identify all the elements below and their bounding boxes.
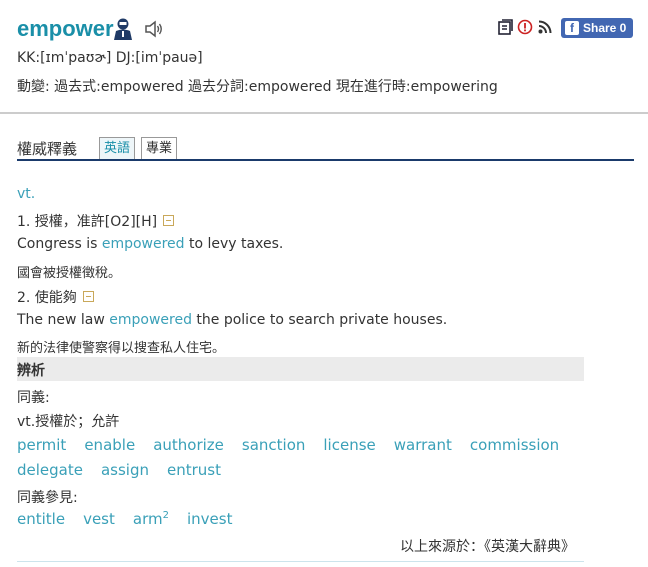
analysis-header: 辨析 [17, 357, 584, 381]
example-text: Congress is [17, 236, 102, 252]
synonym-link[interactable]: enable [84, 436, 135, 454]
wordbook-icon[interactable] [497, 19, 513, 35]
synonym-link[interactable]: assign [101, 461, 149, 479]
collapse-icon[interactable] [82, 291, 94, 302]
see-also-link[interactable]: arm2 [133, 510, 169, 528]
user-pronounce-icon[interactable] [112, 17, 134, 41]
synonyms-sense: vt.授權於；允許 [17, 414, 120, 430]
analysis-title: 辨析 [17, 363, 45, 379]
homograph-number: 2 [162, 510, 169, 521]
see-also-link[interactable]: entitle [17, 510, 65, 528]
synonym-link[interactable]: license [323, 436, 375, 454]
source-attribution: 以上來源於：《英漢大辭典》 [400, 539, 575, 555]
synonym-list: permit enable authorize sanction license… [17, 436, 559, 454]
facebook-share-button[interactable]: f Share 0 [561, 18, 633, 38]
synonym-link[interactable]: commission [470, 436, 559, 454]
divider [0, 112, 648, 114]
sense-2-translation: 新的法律使警察得以搜查私人住宅。 [17, 341, 226, 356]
report-icon[interactable] [517, 19, 533, 35]
see-also-word: arm [132, 510, 163, 528]
example-text: to levy taxes. [184, 236, 284, 252]
rss-icon[interactable] [537, 19, 553, 35]
example-keyword: empowered [101, 236, 185, 252]
sense-1-translation: 國會被授權徵稅。 [17, 266, 122, 281]
part-of-speech: vt. [17, 186, 36, 202]
sense-1-head: 1. 授權，准許[O2][H] [17, 211, 175, 231]
see-also-link[interactable]: invest [187, 510, 232, 528]
synonym-link[interactable]: permit [17, 436, 66, 454]
tab-english[interactable]: 英語 [99, 137, 136, 159]
synonym-link[interactable]: entrust [167, 461, 221, 479]
synonym-link[interactable]: warrant [394, 436, 452, 454]
example-text: the police to search private houses. [191, 312, 448, 328]
toolbar [497, 17, 553, 37]
tab-professional[interactable]: 專業 [141, 137, 178, 159]
synonym-link[interactable]: delegate [17, 461, 83, 479]
synonyms-label: 同義: [17, 390, 50, 406]
speaker-icon[interactable] [144, 20, 164, 38]
sense-2-example: The new law empowered the police to sear… [17, 312, 447, 328]
sense-2-head: 2. 使能夠 [17, 287, 94, 307]
see-also-link[interactable]: vest [83, 510, 115, 528]
headword: empower [17, 16, 114, 41]
example-keyword: empowered [109, 312, 192, 328]
synonym-link[interactable]: sanction [242, 436, 306, 454]
section-rule [17, 159, 634, 161]
share-label: Share 0 [583, 21, 627, 35]
divider [17, 561, 584, 562]
section-title: 權威釋義 [17, 140, 78, 158]
synonym-link[interactable]: authorize [153, 436, 224, 454]
collapse-icon[interactable] [163, 215, 175, 226]
synonym-list: delegate assign entrust [17, 461, 221, 479]
sense-1-label: 1. 授權，准許[O2][H] [17, 214, 158, 230]
see-also-label: 同義參見: [17, 490, 78, 506]
example-text: The new law [17, 312, 110, 328]
sense-2-label: 2. 使能夠 [17, 290, 77, 306]
facebook-icon: f [565, 21, 579, 35]
see-also-list: entitle vest arm2 invest [17, 510, 232, 528]
sense-1-example: Congress is empowered to levy taxes. [17, 236, 283, 252]
phonetic: KK:[ɪmˈpaʊɚ] DJ:[imˈpauə] [17, 50, 203, 66]
verb-forms: 動變: 過去式:empowered 過去分詞:empowered 現在進行時:e… [17, 79, 498, 95]
